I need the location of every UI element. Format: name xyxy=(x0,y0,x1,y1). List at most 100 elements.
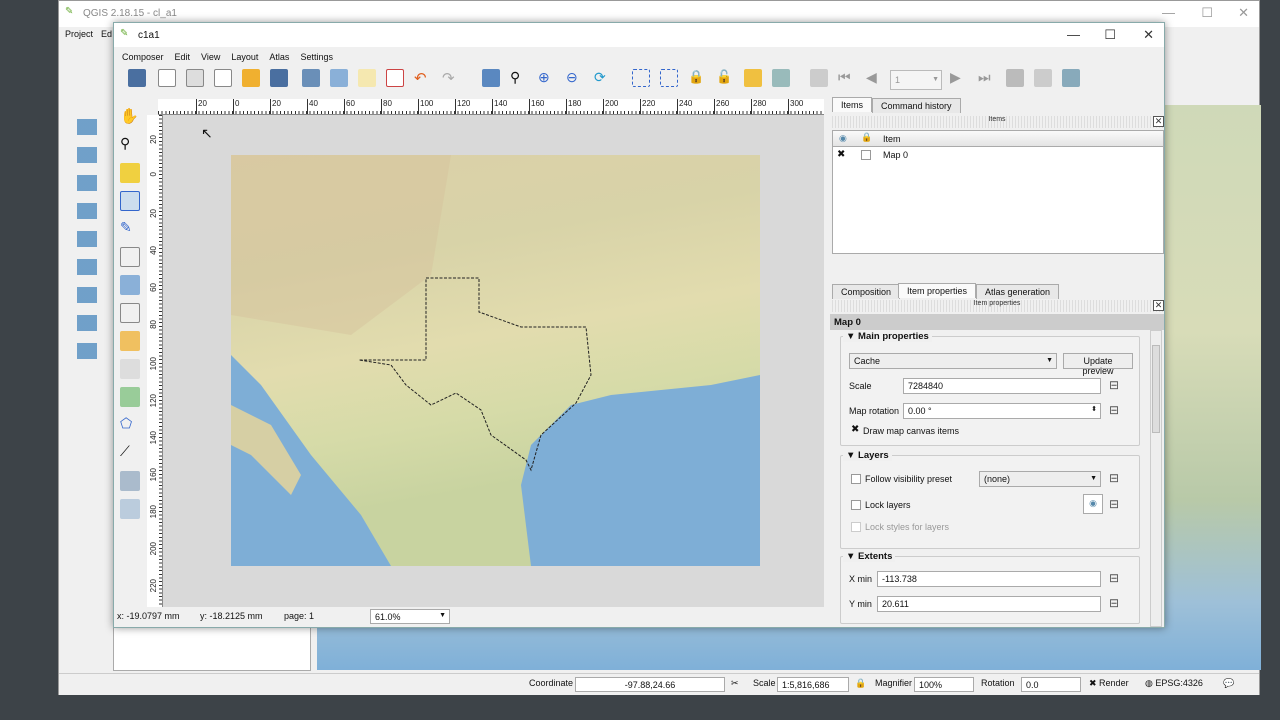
maximize-button[interactable]: ☐ xyxy=(1201,5,1213,21)
edit-nodes-icon[interactable]: ✎ xyxy=(120,219,140,239)
add-polygon-icon[interactable]: ⬠ xyxy=(120,415,140,435)
close-properties-dock-button[interactable]: ✕ xyxy=(1153,300,1164,311)
zoom-full-icon[interactable] xyxy=(482,69,500,87)
scale-input[interactable]: 7284840 xyxy=(903,378,1101,394)
menu-layout[interactable]: Layout xyxy=(231,52,258,62)
print-atlas-icon[interactable] xyxy=(1006,69,1024,87)
data-defined-icon[interactable]: ⊟ xyxy=(1109,497,1127,511)
menu-edit[interactable]: Edit xyxy=(175,52,191,62)
item-row[interactable]: ✖ Map 0 xyxy=(833,148,1163,162)
map-item[interactable] xyxy=(231,155,760,566)
lock-styles-checkbox[interactable] xyxy=(851,522,861,532)
add-image-icon[interactable] xyxy=(120,275,140,295)
menu-composer[interactable]: Composer xyxy=(122,52,164,62)
ungroup-icon[interactable] xyxy=(660,69,678,87)
print-icon[interactable] xyxy=(302,69,320,87)
composer-manager-icon[interactable] xyxy=(214,69,232,87)
properties-scrollbar[interactable] xyxy=(1150,330,1162,627)
layer-tool-icons[interactable] xyxy=(77,119,97,369)
save-icon[interactable] xyxy=(128,69,146,87)
lock-checkbox[interactable] xyxy=(861,150,871,160)
lock-items-icon[interactable]: 🔒 xyxy=(688,69,706,87)
preset-combo[interactable]: (none) ▼ xyxy=(979,471,1101,487)
visibility-checkbox[interactable]: ✖ xyxy=(837,149,845,160)
menu-project[interactable]: Project xyxy=(65,29,93,39)
data-defined-icon[interactable]: ⊟ xyxy=(1109,596,1127,610)
extents-title[interactable]: ▼ Extents xyxy=(843,551,896,562)
open-template-icon[interactable] xyxy=(242,69,260,87)
menu-view[interactable]: View xyxy=(201,52,220,62)
add-html-frame-icon[interactable] xyxy=(120,499,140,519)
select-move-icon[interactable] xyxy=(120,163,140,183)
first-feature-icon[interactable]: ⏮ xyxy=(838,69,856,87)
export-atlas-icon[interactable] xyxy=(1034,69,1052,87)
add-shape-icon[interactable] xyxy=(120,387,140,407)
zoom-out-icon[interactable]: ⊖ xyxy=(566,69,584,87)
export-image-icon[interactable] xyxy=(330,69,348,87)
zoom-tool-icon[interactable]: ⚲ xyxy=(120,135,140,155)
tab-item-properties[interactable]: Item properties xyxy=(898,283,977,298)
xmin-input[interactable]: -113.738 xyxy=(877,571,1101,587)
save-template-icon[interactable] xyxy=(270,69,288,87)
menu-edit[interactable]: Ed xyxy=(101,29,112,39)
close-button[interactable]: ✕ xyxy=(1143,27,1154,43)
vertical-ruler[interactable]: 20 0 20 40 60 80 100 120 140 160 180 200 220 xyxy=(147,115,163,607)
rotation-input[interactable]: 0.0 xyxy=(1021,677,1081,692)
data-defined-icon[interactable]: ⊟ xyxy=(1109,471,1127,485)
unlock-items-icon[interactable]: 🔓 xyxy=(716,69,734,87)
menu-settings[interactable]: Settings xyxy=(300,52,333,62)
data-defined-icon[interactable]: ⊟ xyxy=(1109,571,1127,585)
data-defined-icon[interactable]: ⊟ xyxy=(1109,378,1127,392)
scrollbar-thumb[interactable] xyxy=(1152,345,1160,433)
add-scalebar-icon[interactable] xyxy=(120,359,140,379)
minimize-button[interactable]: — xyxy=(1067,27,1080,42)
atlas-settings-icon[interactable] xyxy=(1062,69,1080,87)
map-rotation-spinbox[interactable]: 0.00 ° ⬍ xyxy=(903,403,1101,419)
add-legend-icon[interactable] xyxy=(120,331,140,351)
atlas-preview-icon[interactable] xyxy=(810,69,828,87)
toggle-extents-icon[interactable]: ✂ xyxy=(731,678,739,689)
export-svg-icon[interactable] xyxy=(358,69,376,87)
redo-icon[interactable]: ↷ xyxy=(442,69,460,87)
render-checkbox[interactable]: ✖ Render xyxy=(1089,678,1129,689)
new-composer-icon[interactable] xyxy=(158,69,176,87)
main-properties-title[interactable]: ▼ Main properties xyxy=(843,331,932,342)
zoom-combo[interactable]: 61.0% ▼ xyxy=(370,609,450,624)
draw-canvas-items-checkbox[interactable]: ✖ xyxy=(851,424,859,435)
lock-icon[interactable]: 🔒 xyxy=(855,678,866,689)
duplicate-composer-icon[interactable] xyxy=(186,69,204,87)
crs-button[interactable]: ◍ EPSG:4326 xyxy=(1145,678,1203,689)
tab-composition[interactable]: Composition xyxy=(832,284,901,299)
menu-atlas[interactable]: Atlas xyxy=(269,52,289,62)
add-polyline-icon[interactable]: ⟋ xyxy=(120,443,140,463)
horizontal-ruler[interactable]: 20 0 20 40 60 80 100 120 140 160 180 200 220 240 260 28… xyxy=(158,99,824,115)
tab-items[interactable]: Items xyxy=(832,97,873,112)
data-defined-icon[interactable]: ⊟ xyxy=(1109,403,1127,417)
raise-items-icon[interactable] xyxy=(744,69,762,87)
ymin-input[interactable]: 20.611 xyxy=(877,596,1101,612)
previous-feature-icon[interactable]: ◀ xyxy=(866,69,884,87)
magnifier-input[interactable]: 100% xyxy=(914,677,974,692)
close-items-dock-button[interactable]: ✕ xyxy=(1153,116,1164,127)
group-icon[interactable] xyxy=(632,69,650,87)
add-attribute-table-icon[interactable] xyxy=(120,471,140,491)
pan-icon[interactable]: ✋ xyxy=(120,107,140,127)
cache-combo[interactable]: Cache ▼ xyxy=(849,353,1057,369)
last-feature-icon[interactable]: ⏭ xyxy=(978,69,996,87)
add-label-icon[interactable] xyxy=(120,303,140,323)
move-content-icon[interactable] xyxy=(120,191,140,211)
zoom-100-icon[interactable]: ⚲ xyxy=(510,69,528,87)
lock-layers-checkbox[interactable] xyxy=(851,500,861,510)
next-feature-icon[interactable]: ▶ xyxy=(950,69,968,87)
export-pdf-icon[interactable] xyxy=(386,69,404,87)
scale-combo[interactable]: 1:5,816,686 xyxy=(777,677,849,692)
composition-canvas[interactable]: ↖ xyxy=(163,115,824,607)
close-button[interactable]: ✕ xyxy=(1238,5,1249,21)
layers-title[interactable]: ▼ Layers xyxy=(843,450,892,461)
messages-icon[interactable]: 💬 xyxy=(1223,678,1234,689)
layer-visibility-preset-button[interactable]: ◉ xyxy=(1083,494,1103,514)
align-items-icon[interactable] xyxy=(772,69,790,87)
undo-icon[interactable]: ↶ xyxy=(414,69,432,87)
update-preview-button[interactable]: Update preview xyxy=(1063,353,1133,376)
tab-command-history[interactable]: Command history xyxy=(872,98,961,113)
